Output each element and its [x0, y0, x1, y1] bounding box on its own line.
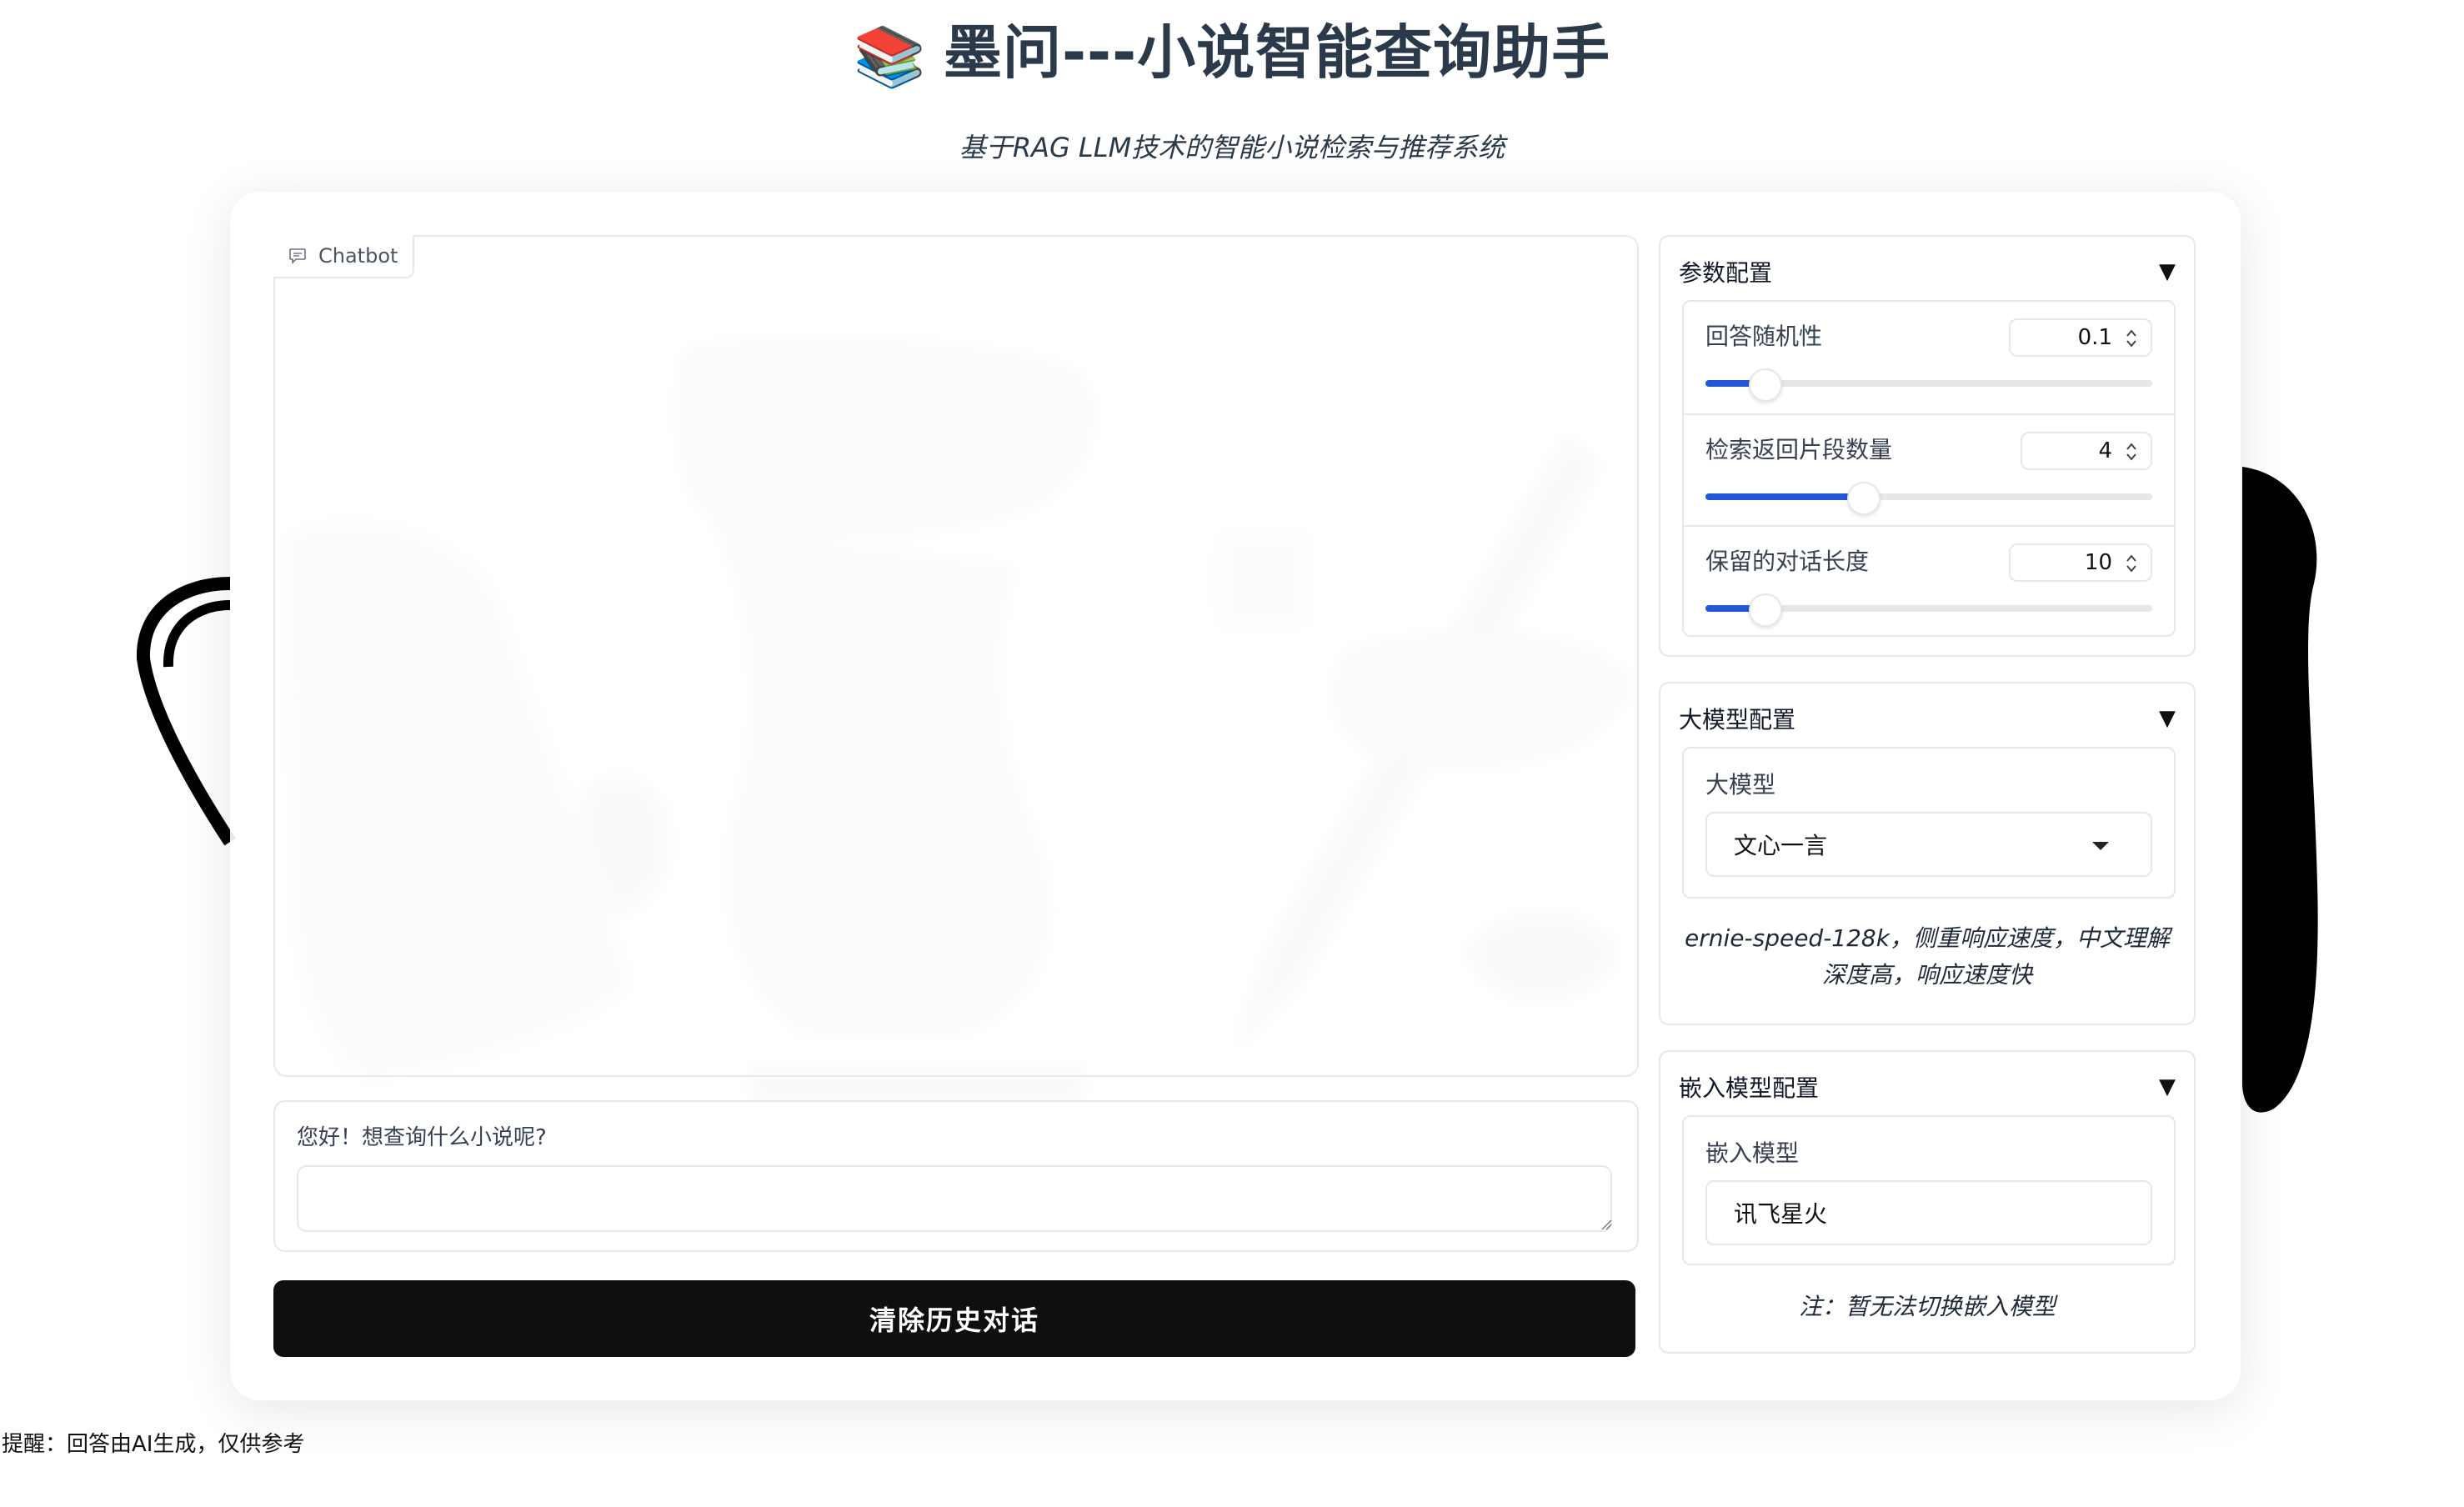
embed-panel-title: 嵌入模型配置: [1679, 1074, 1820, 1102]
slider-fill: [1705, 493, 1862, 500]
chatbot-label-text: Chatbot: [318, 244, 398, 268]
slider-track[interactable]: [1705, 368, 2152, 402]
llm-panel-title: 大模型配置: [1679, 706, 1796, 733]
chat-bubble-icon: [289, 248, 306, 264]
number-value: 10: [2084, 550, 2112, 575]
llm-dropdown[interactable]: 文心一言: [1705, 812, 2152, 877]
slider-track[interactable]: [1705, 482, 2152, 515]
question-textarea[interactable]: [297, 1165, 1612, 1232]
page-title: 📚 墨问---小说智能查询助手: [0, 15, 2464, 94]
params-sliders: 回答随机性 0.1 检索返回片段数量 4 保留的对话长度 10: [1682, 300, 2176, 637]
collapse-triangle-icon[interactable]: ▼: [2159, 706, 2176, 731]
history-length-number-input[interactable]: 10: [2009, 543, 2152, 582]
dropdown-caret-icon: [2092, 842, 2109, 850]
embed-field-block: 嵌入模型 讯飞星火: [1682, 1115, 2176, 1265]
slider-label: 检索返回片段数量: [1705, 436, 1893, 463]
page-title-text: 墨问---小说智能查询助手: [944, 18, 1611, 87]
slider-temperature: 回答随机性 0.1: [1684, 302, 2174, 413]
embed-note: 注：暂无法切换嵌入模型: [1798, 1293, 2056, 1320]
chatbot-area[interactable]: [273, 235, 1639, 1077]
slider-label: 保留的对话长度: [1705, 548, 1870, 575]
llm-field-label: 大模型: [1705, 771, 1776, 799]
embed-model-input[interactable]: 讯飞星火: [1705, 1180, 2152, 1245]
spinner-arrows-icon[interactable]: [2124, 552, 2139, 575]
llm-panel: 大模型配置 ▼ 大模型 文心一言 ernie-speed-128k，侧重响应速度…: [1659, 682, 2196, 1025]
temperature-number-input[interactable]: 0.1: [2009, 318, 2152, 357]
slider-retrieval-count: 检索返回片段数量 4: [1684, 413, 2174, 527]
slider-thumb[interactable]: [1748, 593, 1782, 627]
params-panel: 参数配置 ▼ 回答随机性 0.1 检索返回片段数量 4 保留的对话长度 10: [1659, 235, 2196, 657]
slider-track[interactable]: [1705, 593, 2152, 627]
resize-handle-icon[interactable]: [1600, 1219, 1612, 1230]
question-input-block: 您好！想查询什么小说呢?: [273, 1100, 1639, 1252]
books-icon: 📚: [853, 22, 927, 91]
llm-description-note: ernie-speed-128k，侧重响应速度，中文理解深度高，响应速度快: [1685, 924, 2170, 989]
slider-thumb[interactable]: [1748, 368, 1782, 402]
page-subtitle: 基于RAG LLM技术的智能小说检索与推荐系统: [959, 132, 1505, 163]
embed-model-value: 讯飞星火: [1734, 1200, 1828, 1228]
slider-history-length: 保留的对话长度 10: [1684, 525, 2174, 635]
slider-thumb[interactable]: [1846, 482, 1881, 515]
collapse-triangle-icon[interactable]: ▼: [2159, 1074, 2176, 1099]
slider-label: 回答随机性: [1705, 323, 1823, 350]
retrieval-count-number-input[interactable]: 4: [2021, 432, 2152, 470]
embed-panel: 嵌入模型配置 ▼ 嵌入模型 讯飞星火 注：暂无法切换嵌入模型: [1659, 1050, 2196, 1354]
footer-disclaimer: 提醒：回答由AI生成，仅供参考: [2, 1432, 305, 1457]
clear-history-button[interactable]: 清除历史对话: [273, 1280, 1635, 1357]
number-value: 4: [2098, 438, 2112, 463]
params-panel-header[interactable]: 参数配置 ▼: [1679, 255, 2176, 288]
question-input-label: 您好！想查询什么小说呢?: [297, 1125, 547, 1150]
chatbot-label: Chatbot: [273, 235, 415, 278]
collapse-triangle-icon[interactable]: ▼: [2159, 259, 2176, 284]
number-value: 0.1: [2077, 325, 2112, 350]
embed-panel-header[interactable]: 嵌入模型配置 ▼: [1679, 1070, 2176, 1104]
llm-select-block: 大模型 文心一言: [1682, 747, 2176, 899]
params-panel-title: 参数配置: [1679, 259, 1773, 287]
embed-field-label: 嵌入模型: [1705, 1139, 1800, 1167]
spinner-arrows-icon[interactable]: [2124, 440, 2139, 463]
llm-selected-value: 文心一言: [1734, 832, 1828, 859]
llm-panel-header[interactable]: 大模型配置 ▼: [1679, 702, 2176, 735]
spinner-arrows-icon[interactable]: [2124, 327, 2139, 350]
